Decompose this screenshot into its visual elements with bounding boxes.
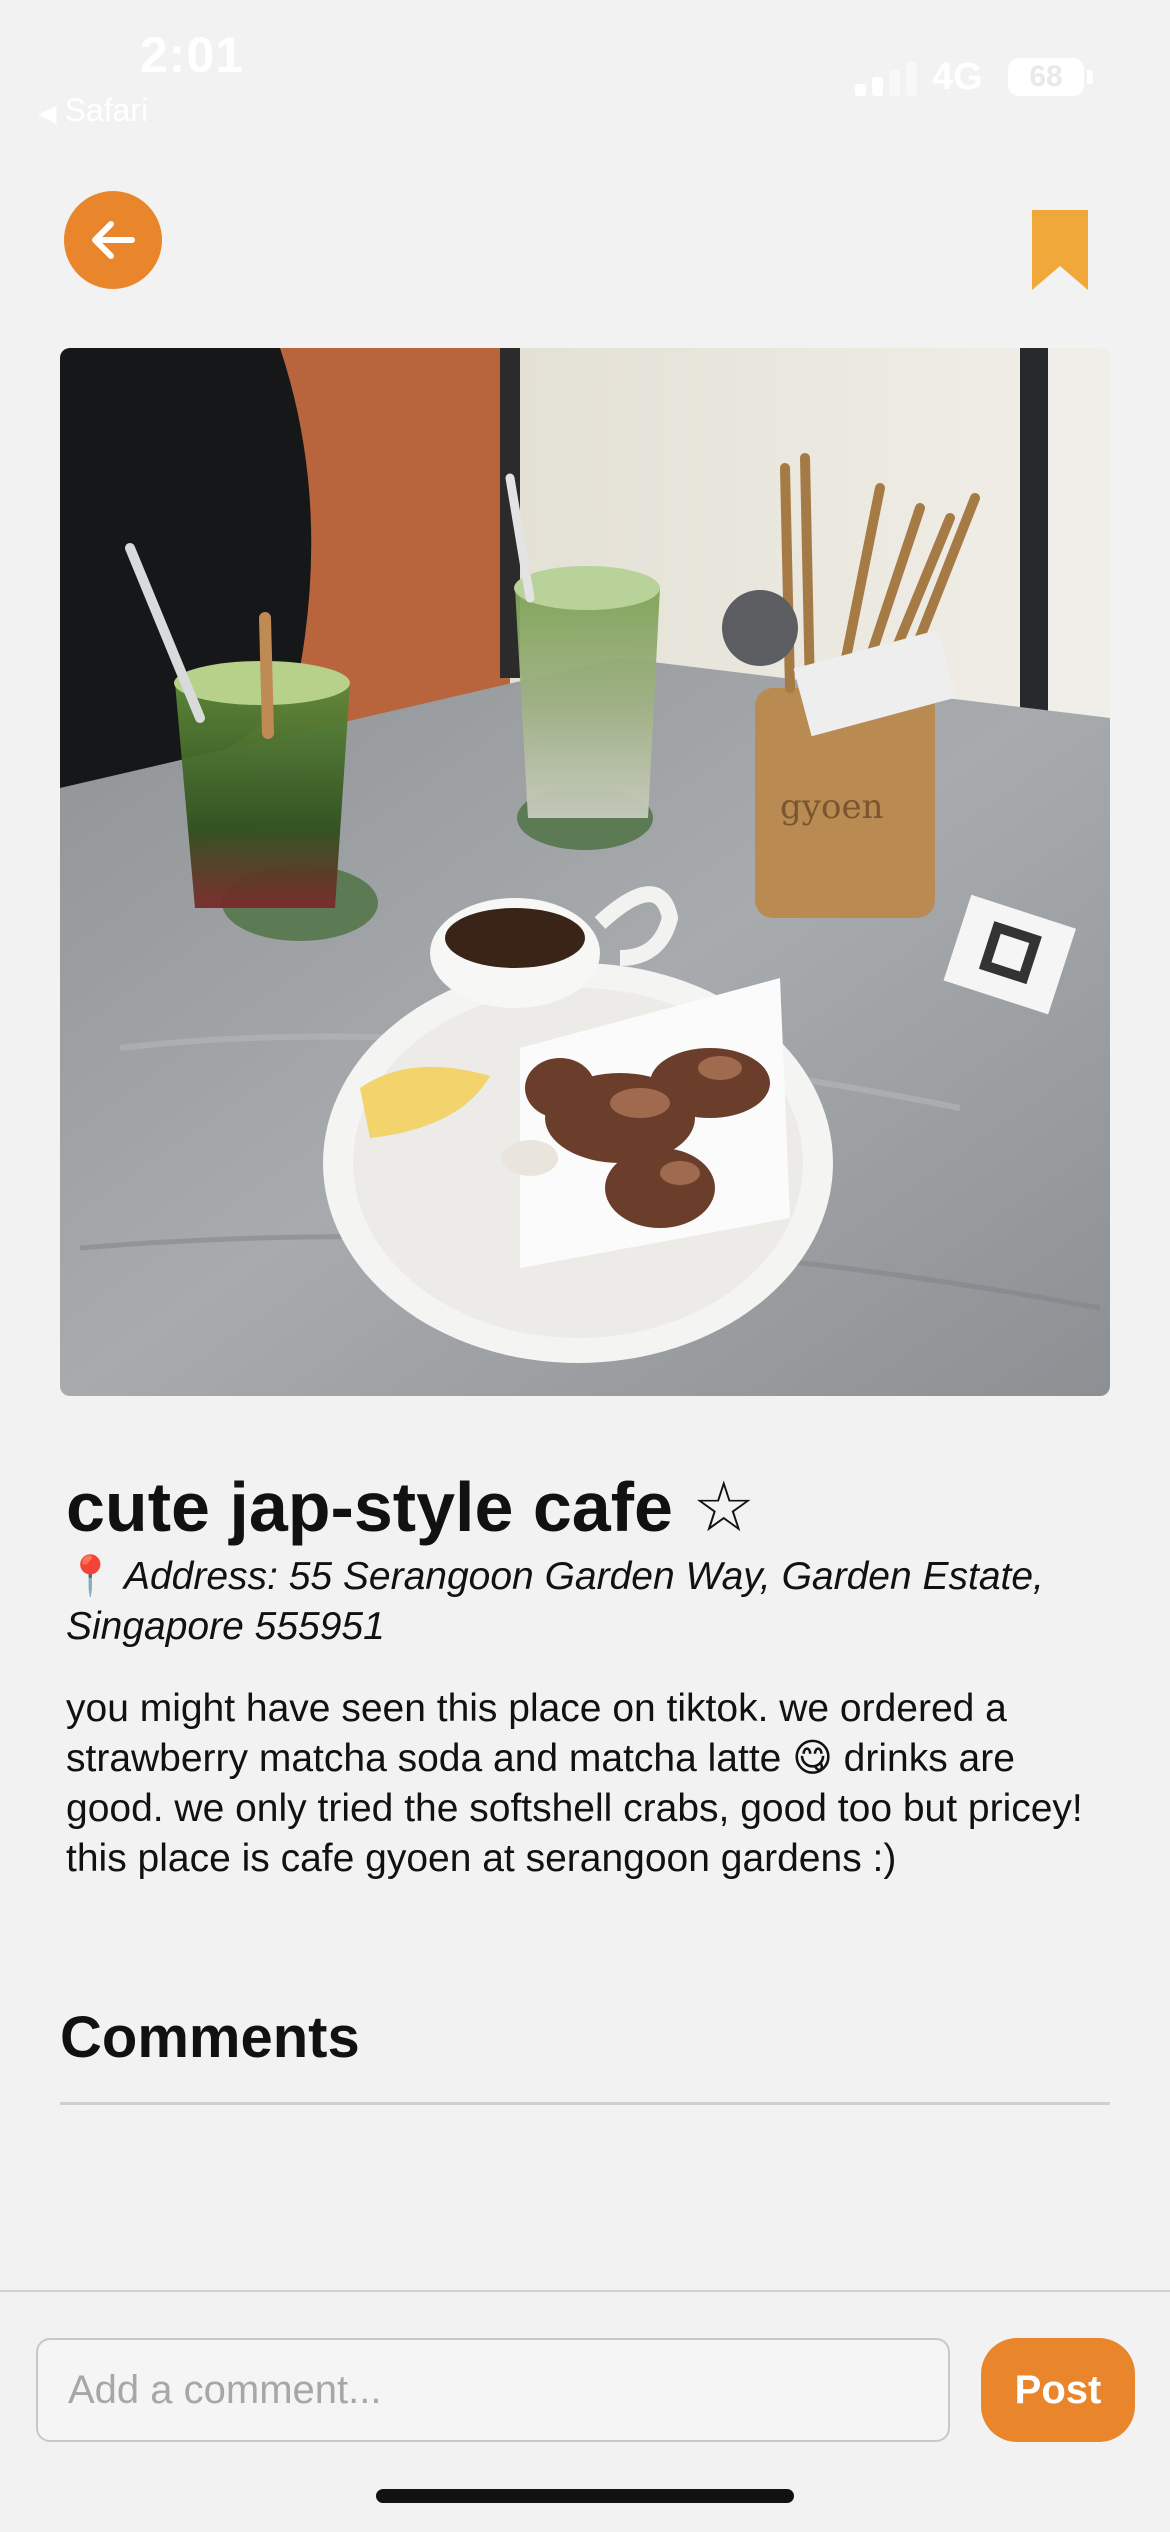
battery-cap	[1087, 70, 1093, 84]
battery-level: 68	[1029, 60, 1063, 93]
cafe-photo-illustration: gyoen	[60, 348, 1110, 1396]
status-time: 2:01	[140, 27, 245, 83]
post-address: 📍 Address: 55 Serangoon Garden Way, Gard…	[66, 1552, 1106, 1652]
network-type: 4G	[932, 56, 983, 98]
bookmark-icon[interactable]	[1032, 210, 1088, 290]
svg-text:gyoen: gyoen	[780, 787, 883, 827]
comment-input[interactable]	[36, 2338, 950, 2442]
signal-icon	[855, 62, 925, 96]
back-to-app-link[interactable]: ◀ Safari	[38, 92, 148, 129]
post-description: you might have seen this place on tiktok…	[66, 1687, 1083, 1880]
post-button[interactable]: Post	[981, 2338, 1135, 2442]
home-indicator[interactable]	[376, 2489, 794, 2503]
status-bar: 2:01 ◀ Safari 4G 68	[0, 0, 1170, 140]
post-photo: gyoen	[60, 348, 1110, 1396]
post-title: cute jap-style cafe ☆	[66, 1468, 756, 1546]
arrow-left-icon	[92, 221, 135, 259]
address-text: Address: 55 Serangoon Garden Way, Garden…	[66, 1555, 1044, 1648]
battery-icon: 68	[1008, 58, 1084, 96]
back-triangle-icon: ◀	[38, 100, 57, 127]
comments-heading: Comments	[60, 2005, 360, 2070]
comments-divider	[60, 2102, 1110, 2105]
back-button[interactable]	[64, 191, 162, 289]
location-pin-icon: 📍	[66, 1555, 115, 1598]
back-app-label: Safari	[64, 92, 149, 128]
